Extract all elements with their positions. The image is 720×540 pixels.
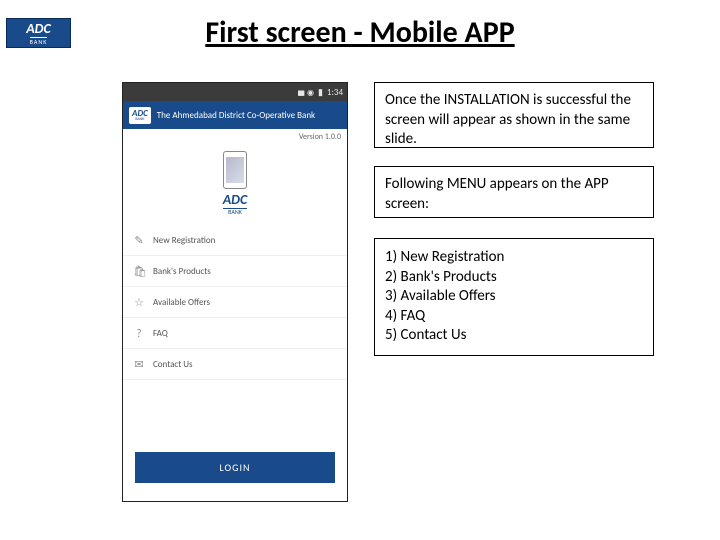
login-button[interactable]: LOGIN	[135, 452, 335, 483]
phone-mockup: 1:34 ADC BANK The Ahmedabad District Co-…	[122, 82, 348, 502]
star-icon: ☆	[133, 296, 145, 308]
menu-label: Bank's Products	[153, 266, 211, 277]
logo-text: ADC	[26, 22, 51, 36]
menu-item-available-offers[interactable]: ☆ Available Offers	[123, 287, 347, 318]
status-bar: 1:34	[123, 83, 347, 101]
list-item: 3) Available Offers	[385, 287, 643, 307]
app-header: ADC BANK The Ahmedabad District Co-Opera…	[123, 101, 347, 129]
battery-icon	[318, 87, 323, 98]
header-logo: ADC BANK	[129, 107, 151, 124]
menu-item-contact-us[interactable]: ✉ Contact Us	[123, 349, 347, 380]
list-item: 4) FAQ	[385, 307, 643, 327]
list-item: 2) Bank's Products	[385, 268, 643, 288]
edit-icon: ✎	[133, 234, 145, 246]
logo-sub: BANK	[30, 37, 48, 45]
info-box-2: Following MENU appears on the APP screen…	[374, 166, 654, 218]
hero-logo: ADC BANK	[223, 193, 248, 215]
menu-item-banks-products[interactable]: 🛍 Bank's Products	[123, 256, 347, 287]
mail-icon: ✉	[133, 358, 145, 370]
list-item: 5) Contact Us	[385, 326, 643, 346]
menu-label: FAQ	[153, 328, 168, 339]
wifi-icon	[307, 87, 314, 98]
page-title: First screen - Mobile APP	[110, 14, 610, 51]
menu-label: New Registration	[153, 235, 215, 246]
phone-icon	[223, 151, 247, 189]
menu-label: Contact Us	[153, 359, 193, 370]
info-box-1: Once the INSTALLATION is successful the …	[374, 82, 654, 148]
info-box-3: 1) New Registration 2) Bank's Products 3…	[374, 238, 654, 356]
menu-list: ✎ New Registration 🛍 Bank's Products ☆ A…	[123, 225, 347, 434]
menu-item-new-registration[interactable]: ✎ New Registration	[123, 225, 347, 256]
list-item: 1) New Registration	[385, 248, 643, 268]
products-icon: 🛍	[133, 265, 145, 277]
menu-label: Available Offers	[153, 297, 210, 308]
signal-icon	[297, 87, 303, 98]
adc-bank-logo: ADC BANK	[6, 18, 71, 48]
hero-area: ADC BANK	[123, 145, 347, 225]
header-bank-name: The Ahmedabad District Co-Operative Bank	[157, 110, 315, 121]
version-label: Version 1.0.0	[123, 129, 347, 145]
question-icon: ?	[133, 327, 145, 339]
status-time: 1:34	[327, 87, 343, 98]
menu-item-faq[interactable]: ? FAQ	[123, 318, 347, 349]
